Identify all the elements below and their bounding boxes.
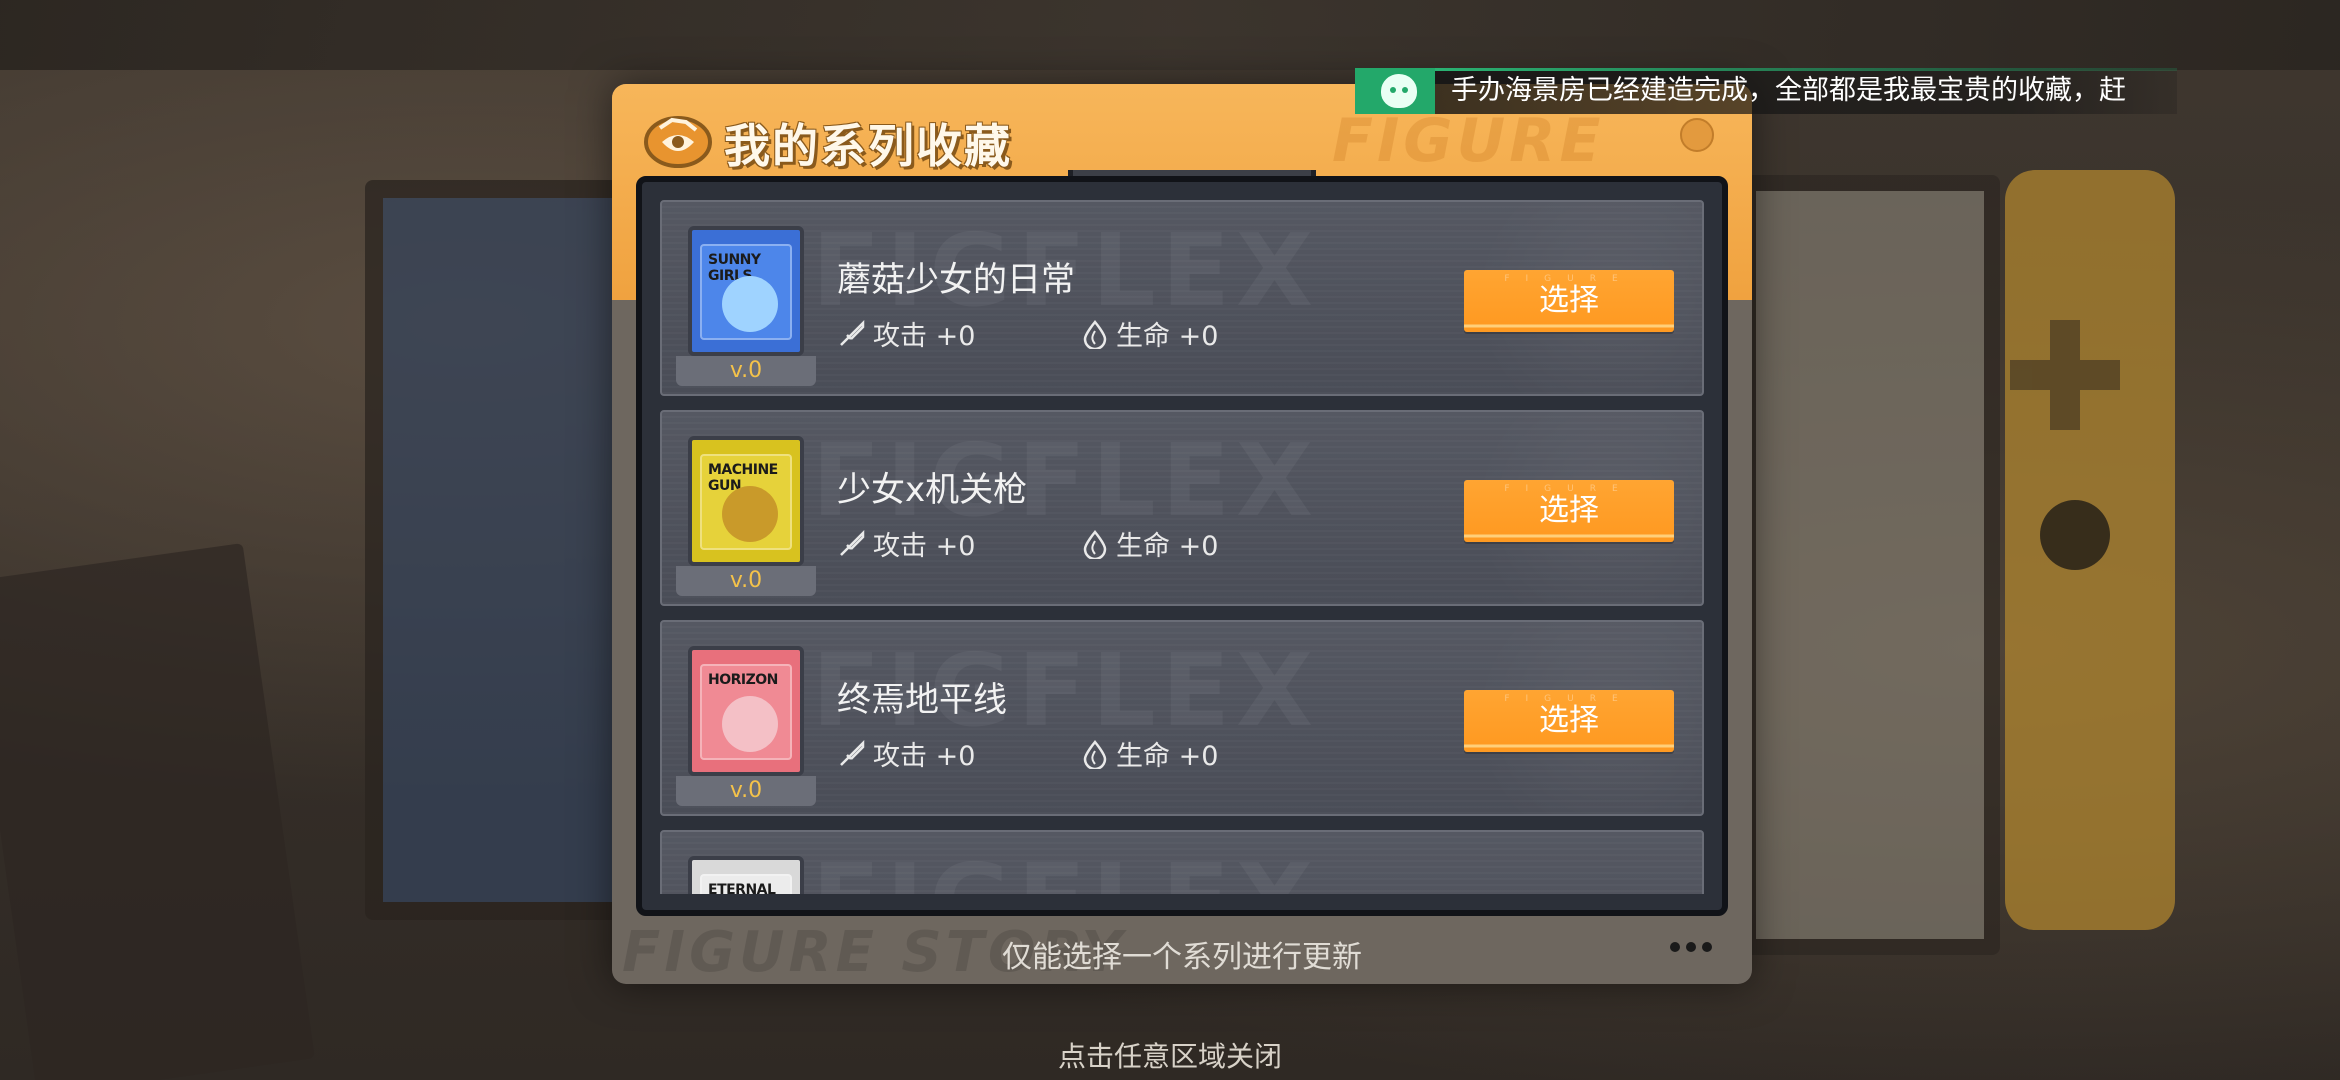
hp-value: 生命 +0 — [1116, 741, 1219, 772]
announcement-marquee: 手办海景房已经建造完成，全部都是我最宝贵的收藏，赶 — [1355, 68, 2177, 114]
series-version: v.0 — [676, 356, 816, 386]
droplet-icon — [1083, 529, 1107, 559]
more-options-icon[interactable] — [1670, 942, 1712, 952]
series-item: FIGFLEX HORIZON v.0 终焉地平线 攻击 +0 生命 +0 FI… — [660, 620, 1704, 816]
attack-value: 攻击 +0 — [873, 531, 976, 562]
close-hint[interactable]: 点击任意区域关闭 — [0, 1035, 2340, 1075]
background-dpad — [2010, 320, 2120, 430]
hp-value: 生命 +0 — [1116, 531, 1219, 562]
badge-card: ETERNAL FANTASY — [688, 856, 804, 894]
series-version: v.0 — [676, 566, 816, 596]
series-item: FIGFLEX SUNNY GIRLS v.0 蘑菇少女的日常 攻击 +0 生命… — [660, 200, 1704, 396]
series-item: FIGFLEX ETERNAL FANTASY — [660, 830, 1704, 894]
hp-stat: 生命 +0 — [1080, 524, 1218, 563]
droplet-icon — [1083, 319, 1107, 349]
dialog-title: 我的系列收藏 — [724, 119, 1012, 173]
series-list-frame: FIGFLEX SUNNY GIRLS v.0 蘑菇少女的日常 攻击 +0 生命… — [636, 176, 1728, 916]
badge-card: HORIZON — [688, 646, 804, 776]
item-watermark: FIGFLEX — [812, 842, 1319, 894]
badge-card: SUNNY GIRLS — [688, 226, 804, 356]
marquee-text: 手办海景房已经建造完成，全部都是我最宝贵的收藏，赶 — [1451, 75, 2126, 106]
hp-stat: 生命 +0 — [1080, 314, 1218, 353]
series-item: FIGFLEX MACHINE GUN v.0 少女x机关枪 攻击 +0 生命 … — [660, 410, 1704, 606]
series-badge: ETERNAL FANTASY — [676, 846, 816, 894]
sword-icon — [840, 739, 865, 766]
series-name: 终焉地平线 — [837, 680, 1007, 720]
badge-emblem-icon — [722, 696, 778, 752]
series-collection-dialog: 我的系列收藏 FIGURE STORY FIGFLEX SUNNY GIRLS — [612, 84, 1752, 985]
series-badge: MACHINE GUN v.0 — [676, 426, 816, 596]
droplet-icon — [1083, 739, 1107, 769]
badge-inner: ETERNAL FANTASY — [700, 874, 792, 894]
background-cards — [0, 543, 315, 1080]
attack-stat: 攻击 +0 — [837, 734, 975, 773]
attack-stat: 攻击 +0 — [837, 524, 975, 563]
button-watermark: FIGURE — [1504, 484, 1634, 494]
background-monitor-right — [1740, 175, 2000, 955]
series-name: 少女x机关枪 — [837, 470, 1028, 510]
badge-card: MACHINE GUN — [688, 436, 804, 566]
badge-emblem-icon — [722, 276, 778, 332]
badge-tag: HORIZON — [708, 672, 778, 688]
sword-icon — [840, 319, 865, 346]
button-watermark: FIGURE — [1504, 694, 1634, 704]
background-top-strip — [0, 0, 2340, 70]
badge-tag: ETERNAL FANTASY — [708, 882, 776, 894]
badge-inner: MACHINE GUN — [700, 454, 792, 550]
series-badge: HORIZON v.0 — [676, 636, 816, 806]
select-button-label: 选择 — [1539, 493, 1599, 528]
series-list[interactable]: FIGFLEX SUNNY GIRLS v.0 蘑菇少女的日常 攻击 +0 生命… — [660, 200, 1704, 894]
select-button-label: 选择 — [1539, 283, 1599, 318]
sword-icon — [840, 529, 865, 556]
attack-value: 攻击 +0 — [873, 741, 976, 772]
series-badge: SUNNY GIRLS v.0 — [676, 216, 816, 386]
series-version: v.0 — [676, 776, 816, 806]
footer-note: 仅能选择一个系列进行更新 — [1002, 940, 1362, 975]
home-icon[interactable] — [1680, 118, 1714, 152]
select-button[interactable]: FIGURE 选择 — [1464, 270, 1674, 332]
button-watermark: FIGURE — [1504, 274, 1634, 284]
series-name: 蘑菇少女的日常 — [837, 260, 1075, 300]
badge-inner: SUNNY GIRLS — [700, 244, 792, 340]
badge-inner: HORIZON — [700, 664, 792, 760]
hp-stat: 生命 +0 — [1080, 734, 1218, 773]
badge-emblem-icon — [722, 486, 778, 542]
attack-value: 攻击 +0 — [873, 321, 976, 352]
select-button[interactable]: FIGURE 选择 — [1464, 690, 1674, 752]
background-stick — [2040, 500, 2110, 570]
hp-value: 生命 +0 — [1116, 321, 1219, 352]
attack-stat: 攻击 +0 — [837, 314, 975, 353]
select-button[interactable]: FIGURE 选择 — [1464, 480, 1674, 542]
select-button-label: 选择 — [1539, 703, 1599, 738]
announcement-mascot-icon — [1355, 68, 1435, 114]
collection-logo-icon — [644, 116, 712, 168]
